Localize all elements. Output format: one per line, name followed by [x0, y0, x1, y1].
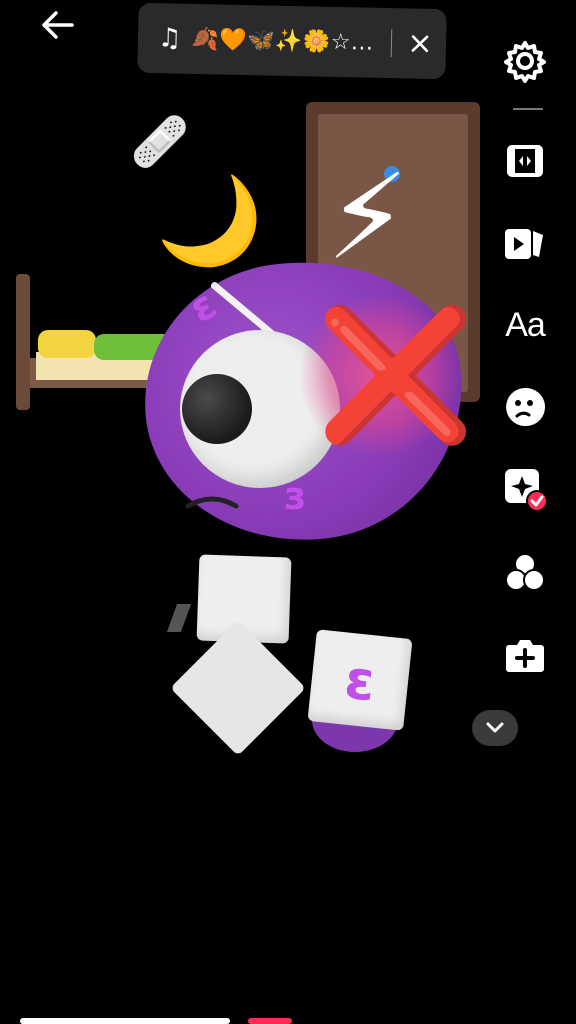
add-clip-icon — [506, 640, 544, 672]
card-glyph: ε — [341, 647, 379, 713]
moon-sticker[interactable]: 🌙 — [156, 178, 263, 264]
gear-icon — [504, 41, 546, 83]
templates-icon — [505, 229, 543, 259]
back-button[interactable] — [34, 6, 80, 44]
add-clip-button[interactable] — [496, 626, 554, 684]
bottom-bar-peek — [20, 1018, 292, 1024]
filters-button[interactable] — [496, 544, 554, 602]
filters-icon — [505, 553, 545, 591]
close-icon — [411, 35, 429, 53]
chevron-down-icon — [486, 722, 504, 733]
toolbar-divider — [513, 108, 543, 110]
flip-button[interactable] — [496, 132, 554, 190]
shadow-mark — [166, 604, 192, 632]
lightning-sticker[interactable]: ⚡ — [326, 158, 409, 276]
blob-mouth — [185, 496, 239, 509]
effects-button[interactable] — [496, 460, 554, 518]
sound-pill[interactable]: ♫ 🍂🧡🦋✨🌼☆... — [137, 2, 447, 80]
sticker-button[interactable] — [496, 378, 554, 436]
red-x-sticker[interactable]: ❌ — [316, 312, 475, 440]
flip-camera-icon — [507, 145, 543, 177]
bandage-sticker[interactable]: 🩹 — [130, 118, 190, 166]
glyph-card-sticker[interactable]: ε — [307, 629, 413, 731]
blob-mark-2: з — [284, 474, 307, 518]
effects-icon — [505, 469, 548, 512]
more-tools-button[interactable] — [472, 710, 518, 746]
sticker-icon — [506, 387, 546, 426]
text-button[interactable]: Aa — [496, 296, 554, 354]
arrow-left-icon — [42, 11, 74, 39]
sound-title: 🍂🧡🦋✨🌼☆... — [191, 26, 374, 56]
text-icon: Aa — [505, 305, 546, 344]
settings-button[interactable] — [496, 32, 554, 90]
music-note-icon: ♫ — [157, 23, 182, 54]
blob-pupil — [182, 374, 252, 444]
templates-button[interactable] — [496, 214, 554, 272]
pill-divider — [390, 29, 393, 58]
remove-sound-button[interactable] — [406, 29, 435, 58]
